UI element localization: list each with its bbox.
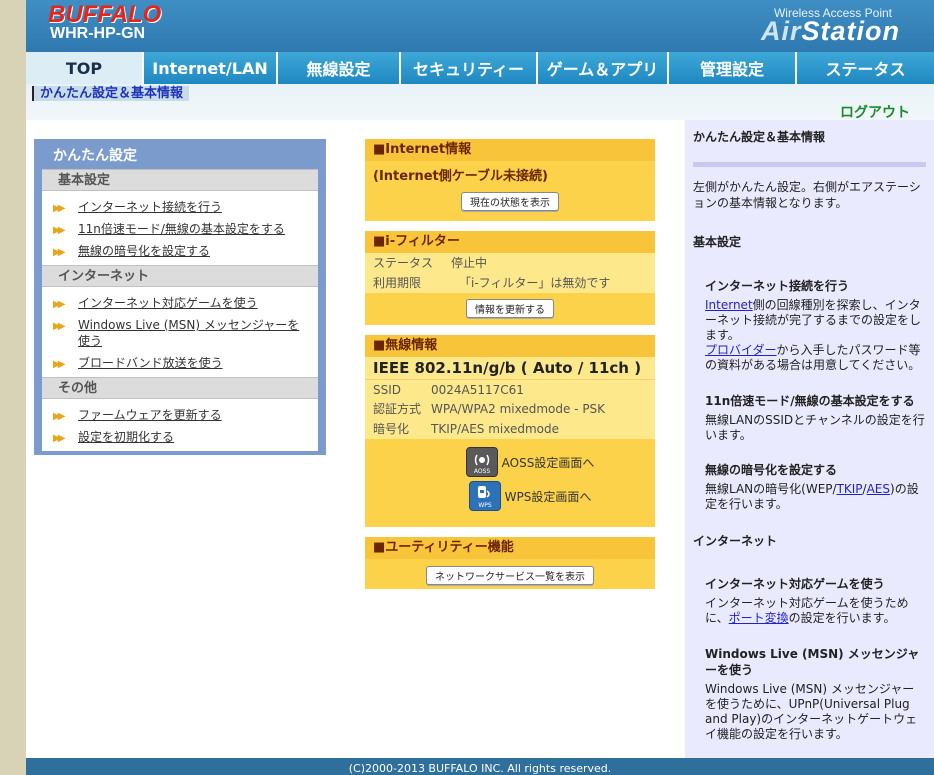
logout-link[interactable]: ログアウト	[840, 102, 910, 122]
arrow-icon: ▶▶	[53, 321, 66, 332]
main-nav: TOP Internet/LAN 無線設定 セキュリティー ゲーム＆アプリ 管理…	[26, 52, 934, 84]
auth-value: WPA/WPA2 mixedmode - PSK	[431, 402, 606, 416]
link-firmware-update[interactable]: ▶▶ ファームウェアを更新する	[42, 404, 318, 426]
provider-link[interactable]: プロバイダー	[705, 343, 777, 357]
tab-admin[interactable]: 管理設定	[669, 52, 797, 84]
easy-setup-title: かんたん設定	[53, 148, 137, 164]
help-internet-conn-text: Internet側の回線種別を探索し、インターネット接続が完了するまでの設定をし…	[705, 298, 922, 372]
tab-status[interactable]: ステータス	[797, 52, 934, 84]
wps-link[interactable]: WPS WPS設定画面へ	[365, 479, 655, 513]
aoss-icon: AOSS	[465, 447, 498, 477]
arrow-icon: ▶▶	[53, 299, 66, 310]
help-game-text: インターネット対応ゲームを使うために、ポート変換の設定を行います。	[705, 596, 909, 625]
utility-box: ■ユーティリティー機能 ネットワークサービス一覧を表示	[365, 537, 655, 589]
wireless-standard: IEEE 802.11n/g/b ( Auto / 11ch )	[365, 357, 655, 379]
link-msn-messenger[interactable]: ▶▶ Windows Live (MSN) メッセンジャーを使う	[42, 314, 318, 352]
arrow-icon: ▶▶	[53, 247, 66, 258]
tab-game-apps[interactable]: ゲーム＆アプリ	[538, 52, 669, 84]
filter-status-row: ステータス 停止中	[365, 253, 655, 273]
help-title: かんたん設定＆基本情報	[693, 130, 826, 144]
help-intro: 左側がかんたん設定。右側がエアステーションの基本情報となります。	[693, 180, 921, 210]
airstation-logo: AirStation	[760, 16, 900, 46]
easy-setup-body: 基本設定 ▶▶ インターネット接続を行う ▶▶ 11n倍速モード/無線の基本設定をす…	[42, 169, 318, 451]
help-game-heading: インターネット対応ゲームを使う	[705, 577, 885, 591]
wireless-info-title: ■無線情報	[365, 335, 655, 357]
arrow-icon: ▶▶	[53, 433, 66, 444]
footer-copyright: (C)2000-2013 BUFFALO INC. All rights res…	[26, 758, 934, 775]
help-divider	[693, 162, 926, 167]
auth-row: 認証方式 WPA/WPA2 mixedmode - PSK	[365, 399, 655, 419]
arrow-icon: ▶▶	[53, 411, 66, 422]
section-other: その他	[42, 377, 318, 399]
encryption-row: 暗号化 TKIP/AES mixedmode	[365, 419, 655, 439]
tab-top[interactable]: TOP	[26, 52, 144, 84]
easy-setup-panel: かんたん設定 基本設定 ▶▶ インターネット接続を行う ▶▶ 11n倍速モード/無線…	[34, 139, 326, 455]
aoss-link[interactable]: AOSS AOSS設定画面へ	[365, 445, 655, 479]
model-name: WHR-HP-GN	[50, 25, 146, 42]
network-services-button[interactable]: ネットワークサービス一覧を表示	[426, 566, 594, 585]
arrow-icon: ▶▶	[53, 359, 66, 370]
header: BUFFALO WHR-HP-GN Wireless Access Point …	[26, 0, 934, 52]
tab-wireless[interactable]: 無線設定	[278, 52, 401, 84]
sub-bar: かんたん設定＆基本情報 ログアウト	[26, 84, 934, 122]
link-encryption[interactable]: ▶▶ 無線の暗号化を設定する	[42, 240, 318, 262]
router-admin-frame: BUFFALO WHR-HP-GN Wireless Access Point …	[26, 0, 934, 775]
help-11n-text: 無線LANのSSIDとチャンネルの設定を行います。	[705, 413, 925, 442]
refresh-info-button[interactable]: 情報を更新する	[466, 299, 554, 318]
help-11n-heading: 11n倍速モード/無線の基本設定をする	[705, 394, 915, 408]
utility-title: ■ユーティリティー機能	[365, 537, 655, 559]
internet-link[interactable]: Internet	[705, 298, 753, 312]
wps-icon: WPS	[468, 481, 501, 511]
filter-expiry-row: 利用期限 「i-フィルター」は無効です	[365, 273, 655, 293]
encryption-value: TKIP/AES mixedmode	[431, 422, 560, 436]
section-internet: インターネット	[42, 265, 318, 287]
help-basic-heading: 基本設定	[693, 235, 742, 249]
breadcrumb: かんたん設定＆基本情報	[32, 86, 190, 101]
section-basic: 基本設定	[42, 169, 318, 191]
help-msn-text: Windows Live (MSN) メッセンジャーを使うために、UPnP(Un…	[705, 682, 918, 741]
internet-status: (Internet側ケーブル未接続)	[373, 169, 548, 184]
ssid-value: 0024A5117C61	[431, 383, 524, 397]
show-status-button[interactable]: 現在の状態を表示	[461, 192, 559, 211]
help-msn-heading: Windows Live (MSN) メッセンジャーを使う	[705, 647, 920, 677]
arrow-icon: ▶▶	[53, 225, 66, 236]
filter-status-value: 停止中	[451, 256, 488, 270]
help-internet-heading: インターネット	[693, 534, 778, 548]
link-factory-reset[interactable]: ▶▶ 設定を初期化する	[42, 426, 318, 448]
port-forward-link[interactable]: ポート変換	[729, 611, 789, 625]
internet-info-title: ■Internet情報	[365, 139, 655, 161]
tkip-link[interactable]: TKIP	[837, 482, 863, 496]
tab-internet-lan[interactable]: Internet/LAN	[144, 52, 278, 84]
arrow-icon: ▶▶	[53, 203, 66, 214]
svg-text:WPS: WPS	[478, 502, 492, 509]
filter-expiry-value: 「i-フィルター」は無効です	[459, 276, 611, 290]
i-filter-box: ■i-フィルター ステータス 停止中 利用期限 「i-フィルター」は無効です 情報を…	[365, 231, 655, 325]
link-broadband-tv[interactable]: ▶▶ ブロードバンド放送を使う	[42, 352, 318, 374]
help-encrypt-text: 無線LANの暗号化(WEP/TKIP/AES)の設定を行います。	[705, 482, 919, 511]
i-filter-title: ■i-フィルター	[365, 231, 655, 253]
help-encrypt-heading: 無線の暗号化を設定する	[705, 463, 838, 477]
help-internet-conn-heading: インターネット接続を行う	[705, 279, 850, 293]
internet-info-box: ■Internet情報 (Internet側ケーブル未接続) 現在の状態を表示	[365, 139, 655, 221]
svg-text:AOSS: AOSS	[473, 468, 490, 475]
link-internet-connect[interactable]: ▶▶ インターネット接続を行う	[42, 196, 318, 218]
aes-link[interactable]: AES	[867, 482, 890, 496]
link-11n-basic[interactable]: ▶▶ 11n倍速モード/無線の基本設定をする	[42, 218, 318, 240]
ssid-row: SSID 0024A5117C61	[365, 379, 655, 399]
help-panel: かんたん設定＆基本情報 左側がかんたん設定。右側がエアステーションの基本情報とな…	[685, 120, 934, 775]
tab-security[interactable]: セキュリティー	[401, 52, 538, 84]
link-online-game[interactable]: ▶▶ インターネット対応ゲームを使う	[42, 292, 318, 314]
wireless-info-box: ■無線情報 IEEE 802.11n/g/b ( Auto / 11ch ) S…	[365, 335, 655, 527]
